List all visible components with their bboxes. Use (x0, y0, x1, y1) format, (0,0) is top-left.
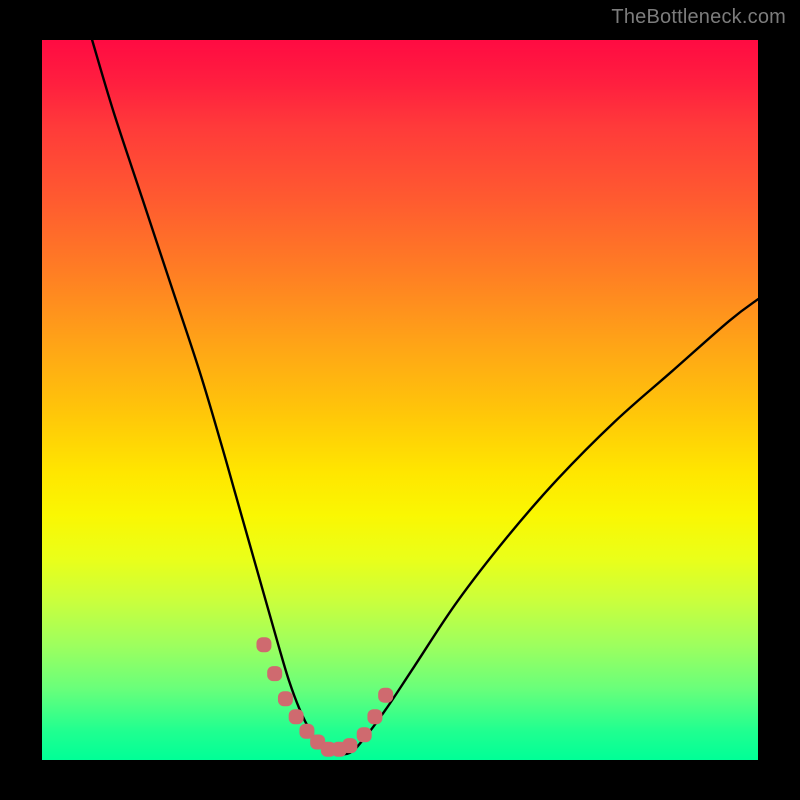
v-marker (256, 637, 271, 652)
watermark-text: TheBottleneck.com (611, 6, 786, 29)
plot-area (42, 40, 758, 760)
v-marker (342, 738, 357, 753)
v-marker (278, 691, 293, 706)
v-marker (289, 709, 304, 724)
v-marker (367, 709, 382, 724)
chart-frame: TheBottleneck.com (0, 0, 800, 800)
bottleneck-curve-svg (42, 40, 758, 760)
bottleneck-curve-line (92, 40, 758, 754)
v-marker (378, 688, 393, 703)
v-marker (267, 666, 282, 681)
v-marker (357, 727, 372, 742)
v-shape-markers (256, 637, 393, 756)
